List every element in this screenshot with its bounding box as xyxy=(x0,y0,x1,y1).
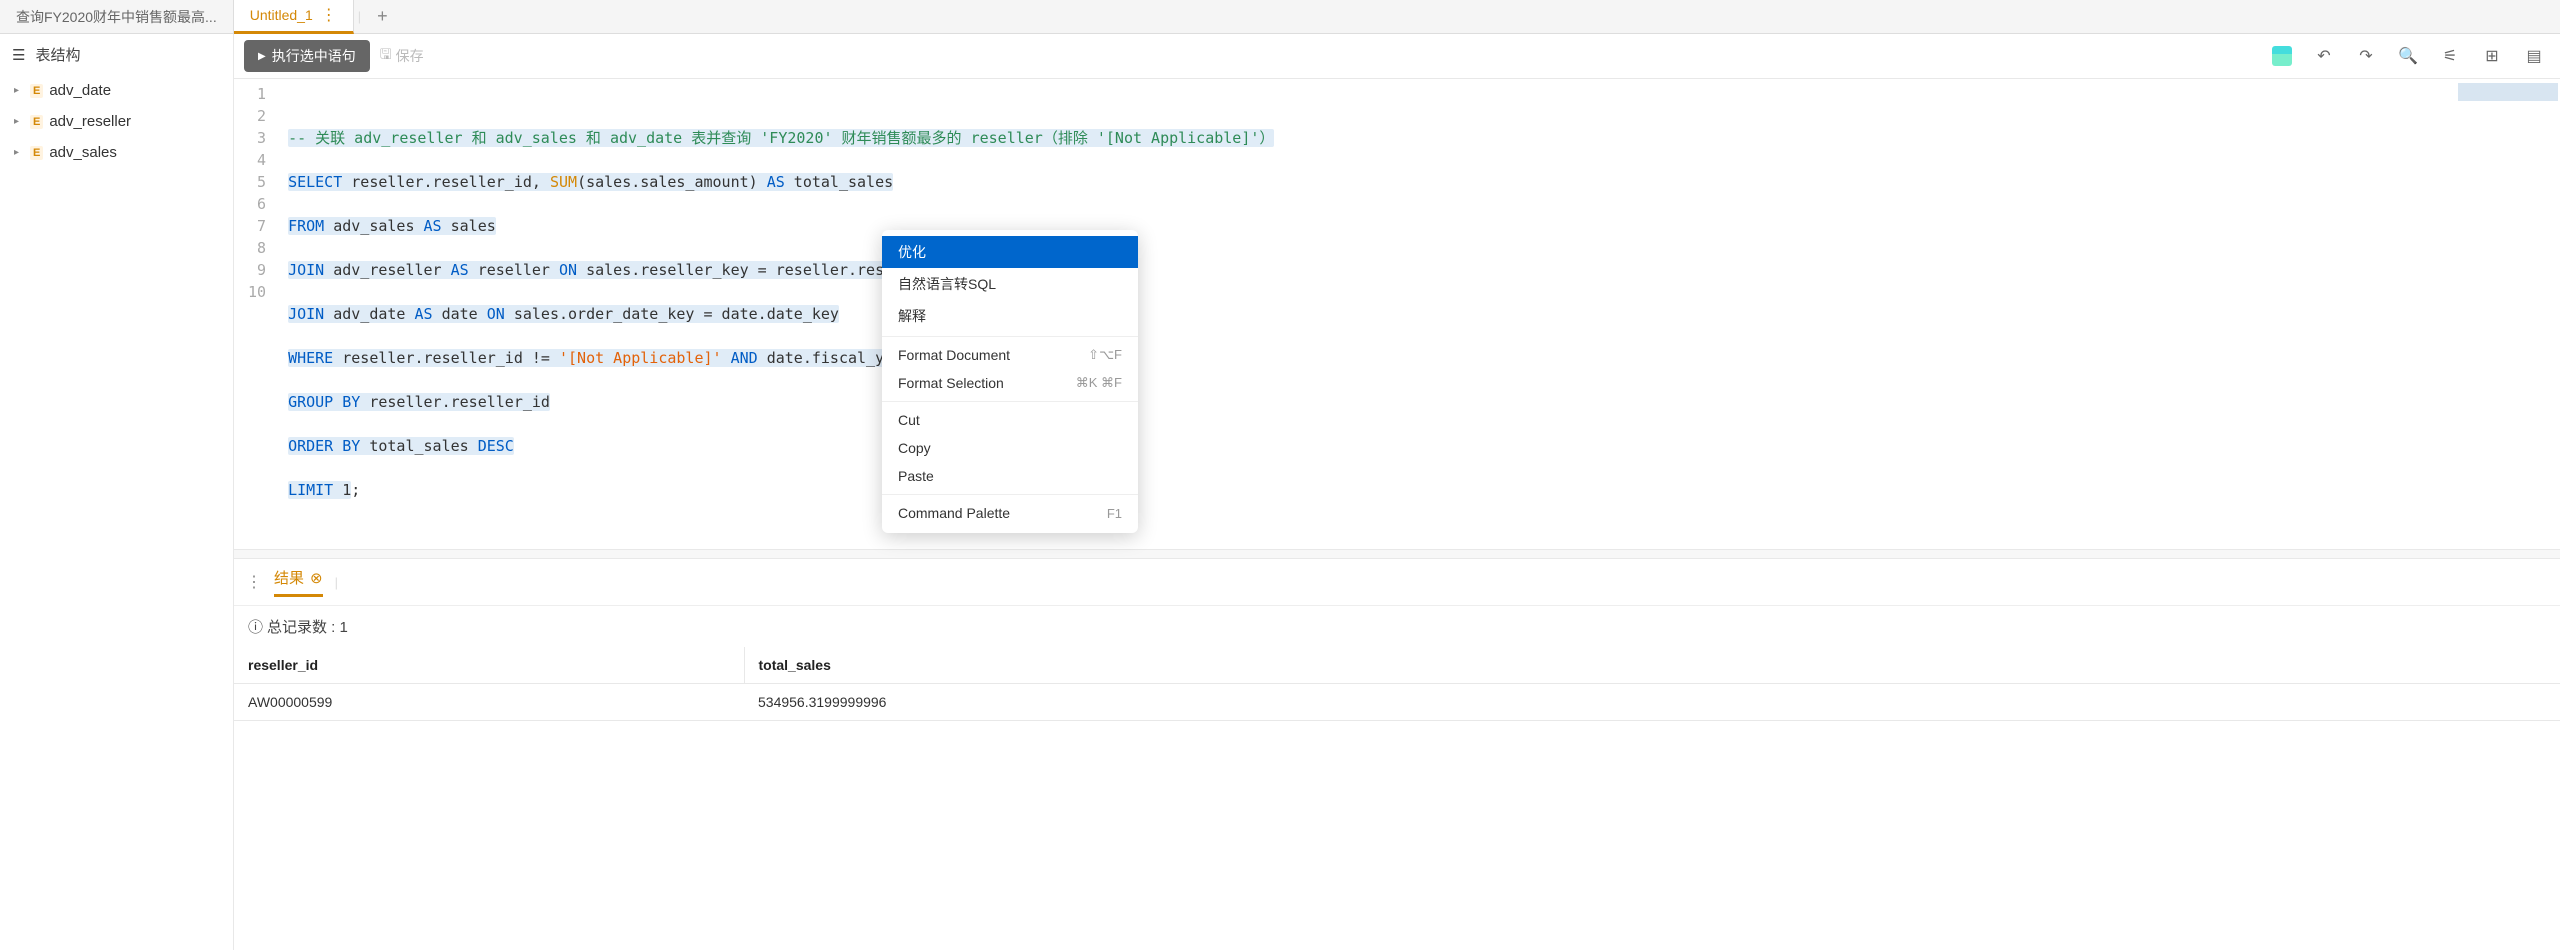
minimap[interactable] xyxy=(2458,83,2558,101)
tab-divider: | xyxy=(358,9,361,24)
menu-optimize[interactable]: 优化 xyxy=(882,236,1138,268)
menu-command-palette[interactable]: Command Palette F1 xyxy=(882,499,1138,527)
new-file-icon[interactable]: ⊞ xyxy=(2480,44,2504,68)
sidebar-item-adv-sales[interactable]: ▸ E adv_sales xyxy=(0,137,233,168)
sidebar-header: ☰ 表结构 xyxy=(0,34,233,75)
undo-icon[interactable]: ↶ xyxy=(2312,44,2336,68)
menu-nl2sql[interactable]: 自然语言转SQL xyxy=(882,268,1138,300)
sidebar-title: 表结构 xyxy=(35,44,80,65)
run-selected-button[interactable]: ▶ 执行选中语句 xyxy=(244,40,370,72)
chevron-right-icon: ▸ xyxy=(14,85,24,96)
tab-label: 查询FY2020财年中销售额最高... xyxy=(16,7,217,27)
result-tabs: ⋮ 结果 ⊗ | xyxy=(234,559,2560,606)
result-table: reseller_id total_sales AW00000599 53495… xyxy=(234,647,2560,721)
table-header-row: reseller_id total_sales xyxy=(234,647,2560,684)
col-reseller-id[interactable]: reseller_id xyxy=(234,647,744,684)
panel-icon[interactable]: ▤ xyxy=(2522,44,2546,68)
code-body[interactable]: -- 关联 adv_reseller 和 adv_sales 和 adv_dat… xyxy=(284,83,2560,545)
tree-label: adv_date xyxy=(49,82,111,99)
menu-copy[interactable]: Copy xyxy=(882,434,1138,462)
menu-format-document[interactable]: Format Document ⇧⌥F xyxy=(882,341,1138,369)
menu-divider xyxy=(882,401,1138,402)
menu-divider xyxy=(882,494,1138,495)
entity-badge: E xyxy=(30,146,43,160)
cell-reseller-id: AW00000599 xyxy=(234,684,744,721)
sql-editor[interactable]: 12345678910 -- 关联 adv_reseller 和 adv_sal… xyxy=(234,79,2560,549)
menu-icon[interactable]: ☰ xyxy=(12,46,25,64)
record-count: ⓘ 总记录数 : 1 xyxy=(234,606,2560,647)
save-label: 保存 xyxy=(396,46,424,66)
result-tab-label: 结果 xyxy=(274,567,304,588)
redo-icon[interactable]: ↷ xyxy=(2354,44,2378,68)
tab-more-icon[interactable]: ⋮ xyxy=(321,5,337,25)
divider: | xyxy=(335,575,338,590)
filter-icon[interactable]: ⚟ xyxy=(2438,44,2462,68)
content-area: ▶ 执行选中语句 🖫 保存 ↶ ↷ 🔍 ⚟ ⊞ ▤ 12345678910 xyxy=(234,34,2560,950)
panel-separator[interactable] xyxy=(234,549,2560,559)
tab-untitled-1[interactable]: Untitled_1 ⋮ xyxy=(234,0,354,34)
menu-paste[interactable]: Paste xyxy=(882,462,1138,490)
table-row[interactable]: AW00000599 534956.3199999996 xyxy=(234,684,2560,721)
save-button[interactable]: 🖫 保存 xyxy=(380,44,424,68)
tree-label: adv_reseller xyxy=(49,113,131,130)
save-icon: 🖫 xyxy=(380,44,392,68)
tab-label: Untitled_1 xyxy=(250,7,313,23)
result-more-icon[interactable]: ⋮ xyxy=(246,572,262,592)
menu-format-selection[interactable]: Format Selection ⌘K ⌘F xyxy=(882,369,1138,397)
menu-explain[interactable]: 解释 xyxy=(882,300,1138,332)
sidebar-item-adv-reseller[interactable]: ▸ E adv_reseller xyxy=(0,106,233,137)
entity-badge: E xyxy=(30,115,43,129)
avatar[interactable] xyxy=(2270,44,2294,68)
col-total-sales[interactable]: total_sales xyxy=(744,647,2560,684)
chevron-right-icon: ▸ xyxy=(14,116,24,127)
search-icon[interactable]: 🔍 xyxy=(2396,44,2420,68)
sidebar-item-adv-date[interactable]: ▸ E adv_date xyxy=(0,75,233,106)
tab-bar: 查询FY2020财年中销售额最高... Untitled_1 ⋮ | + xyxy=(0,0,2560,34)
toolbar: ▶ 执行选中语句 🖫 保存 ↶ ↷ 🔍 ⚟ ⊞ ▤ xyxy=(234,34,2560,79)
entity-badge: E xyxy=(30,84,43,98)
result-tab[interactable]: 结果 ⊗ xyxy=(274,567,323,597)
run-label: 执行选中语句 xyxy=(272,46,356,66)
menu-divider xyxy=(882,336,1138,337)
tab-query-fy2020[interactable]: 查询FY2020财年中销售额最高... xyxy=(0,0,234,34)
line-gutter: 12345678910 xyxy=(234,83,284,545)
close-icon[interactable]: ⊗ xyxy=(310,569,323,587)
context-menu: 优化 自然语言转SQL 解释 Format Document ⇧⌥F Forma… xyxy=(882,230,1138,533)
sidebar: ☰ 表结构 ▸ E adv_date ▸ E adv_reseller ▸ E … xyxy=(0,34,234,950)
add-tab-button[interactable]: + xyxy=(365,6,400,27)
tree-label: adv_sales xyxy=(49,144,117,161)
cell-total-sales: 534956.3199999996 xyxy=(744,684,2560,721)
info-icon: ⓘ xyxy=(248,616,263,637)
menu-cut[interactable]: Cut xyxy=(882,406,1138,434)
play-icon: ▶ xyxy=(258,51,266,62)
chevron-right-icon: ▸ xyxy=(14,147,24,158)
